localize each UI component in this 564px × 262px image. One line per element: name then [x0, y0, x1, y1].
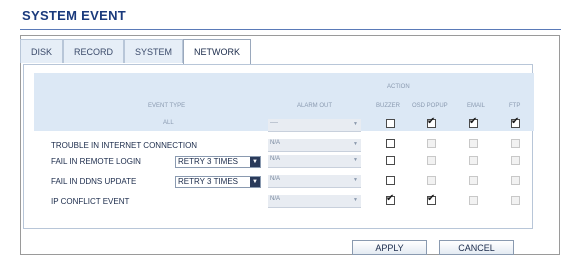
tab-system[interactable]: SYSTEM — [124, 39, 184, 63]
buzzer-checkbox-internet[interactable] — [386, 139, 395, 148]
alarm-out-heading: ALARM OUT — [297, 103, 333, 109]
chevron-down-icon: ▼ — [250, 177, 260, 187]
event-type-heading: EVENT TYPE — [148, 103, 186, 109]
alarm-out-value: N/A — [270, 156, 281, 162]
tab-bar: DISK RECORD SYSTEM NETWORK — [20, 39, 252, 65]
chevron-down-icon: ▼ — [353, 197, 358, 203]
row-label-ddns-update: FAIL IN DDNS UPDATE — [51, 177, 137, 186]
buzzer-checkbox-ip-conflict[interactable] — [386, 193, 395, 205]
row-label-internet-connection: TROUBLE IN INTERNET CONNECTION — [51, 141, 198, 150]
all-label: ALL — [163, 120, 174, 126]
retry-select-remote-login[interactable]: RETRY 3 TIMES ▼ — [175, 156, 261, 168]
osd-popup-checkbox-internet[interactable] — [427, 139, 436, 148]
email-checkbox-ddns-update[interactable] — [469, 176, 478, 185]
chevron-down-icon: ▼ — [353, 157, 358, 163]
email-checkbox-remote-login[interactable] — [469, 156, 478, 165]
tab-network[interactable]: NETWORK — [183, 39, 252, 65]
all-ftp-checkbox[interactable] — [511, 116, 520, 128]
ftp-checkbox-ip-conflict[interactable] — [511, 196, 520, 205]
all-email-checkbox[interactable] — [469, 116, 478, 128]
chevron-down-icon: ▼ — [353, 177, 358, 183]
alarm-out-value: N/A — [270, 176, 281, 182]
retry-value: RETRY 3 TIMES — [178, 177, 239, 186]
alarm-out-select-remote-login[interactable]: N/A ▼ — [268, 155, 361, 168]
buzzer-checkbox-ddns-update[interactable] — [386, 176, 395, 185]
all-alarm-out-value: ---- — [270, 120, 278, 126]
alarm-out-select-ip-conflict[interactable]: N/A ▼ — [268, 195, 361, 208]
buzzer-heading: BUZZER — [376, 103, 400, 109]
alarm-out-value: N/A — [270, 196, 281, 202]
ftp-checkbox-remote-login[interactable] — [511, 156, 520, 165]
ftp-checkbox-ddns-update[interactable] — [511, 176, 520, 185]
all-buzzer-checkbox[interactable] — [386, 119, 395, 128]
alarm-out-value: N/A — [270, 140, 281, 146]
osd-popup-checkbox-ip-conflict[interactable] — [427, 193, 436, 205]
apply-button[interactable]: APPLY — [352, 240, 427, 255]
title-divider — [20, 29, 561, 30]
ftp-checkbox-internet[interactable] — [511, 139, 520, 148]
cancel-button[interactable]: CANCEL — [439, 240, 514, 255]
chevron-down-icon: ▼ — [353, 141, 358, 147]
chevron-down-icon: ▼ — [250, 157, 260, 167]
retry-select-ddns-update[interactable]: RETRY 3 TIMES ▼ — [175, 176, 261, 188]
tab-record[interactable]: RECORD — [63, 39, 125, 63]
action-heading: ACTION — [387, 84, 410, 90]
all-alarm-out-select[interactable]: ---- ▼ — [268, 119, 361, 132]
row-label-remote-login: FAIL IN REMOTE LOGIN — [51, 157, 141, 166]
alarm-out-select-internet[interactable]: N/A ▼ — [268, 139, 361, 152]
osd-popup-checkbox-ddns-update[interactable] — [427, 176, 436, 185]
tab-disk[interactable]: DISK — [20, 39, 64, 63]
page-title: SYSTEM EVENT — [22, 8, 127, 23]
email-heading: EMAIL — [467, 103, 486, 109]
email-checkbox-ip-conflict[interactable] — [469, 196, 478, 205]
osd-popup-heading: OSD POPUP — [412, 103, 448, 109]
retry-value: RETRY 3 TIMES — [178, 157, 239, 166]
chevron-down-icon: ▼ — [353, 121, 358, 127]
ftp-heading: FTP — [509, 103, 521, 109]
buzzer-checkbox-remote-login[interactable] — [386, 156, 395, 165]
osd-popup-checkbox-remote-login[interactable] — [427, 156, 436, 165]
all-osd-popup-checkbox[interactable] — [427, 116, 436, 128]
alarm-out-select-ddns-update[interactable]: N/A ▼ — [268, 175, 361, 188]
email-checkbox-internet[interactable] — [469, 139, 478, 148]
row-label-ip-conflict: IP CONFLICT EVENT — [51, 197, 130, 206]
